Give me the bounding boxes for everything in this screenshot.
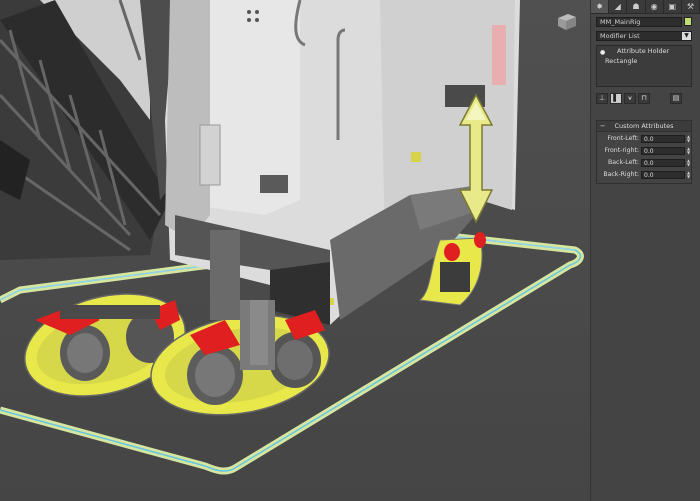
remove-modifier-button[interactable]: ⊓ xyxy=(638,93,650,104)
param-label: Front-right: xyxy=(604,147,639,154)
utilities-icon: ⚒ xyxy=(686,2,695,11)
spinner-arrows-icon[interactable]: ▲ ▼ xyxy=(686,135,691,143)
motion-icon: ◉ xyxy=(650,2,658,11)
param-label: Back-Right: xyxy=(603,171,639,178)
create-tab[interactable]: ✸ xyxy=(591,0,610,13)
command-panel-tabs: ✸ ◢ ☗ ◉ ▣ ⚒ xyxy=(591,0,700,14)
spinner-arrows-icon[interactable]: ▲ ▼ xyxy=(686,171,691,179)
stack-item-rectangle[interactable]: Rectangle xyxy=(597,56,691,66)
param-back-right: Back-Right: 0.0 ▲ ▼ xyxy=(597,170,693,180)
motion-tab[interactable]: ◉ xyxy=(646,0,664,13)
front-left-spinner[interactable]: 0.0 xyxy=(641,135,685,143)
chevron-down-icon: ▼ xyxy=(682,32,691,40)
rollout-title: Custom Attributes xyxy=(614,122,674,130)
spinner-arrows-icon[interactable]: ▲ ▼ xyxy=(686,159,691,167)
create-icon: ✸ xyxy=(596,2,603,11)
display-tab[interactable]: ▣ xyxy=(664,0,682,13)
viewport-3d[interactable] xyxy=(0,0,590,501)
modifier-stack[interactable]: ● Attribute Holder Rectangle xyxy=(596,45,692,87)
hierarchy-tab[interactable]: ☗ xyxy=(627,0,646,13)
param-label: Front-Left: xyxy=(607,135,639,142)
param-front-left: Front-Left: 0.0 ▲ ▼ xyxy=(597,134,693,144)
rollout-header[interactable]: − Custom Attributes xyxy=(597,121,691,132)
configure-sets-button[interactable]: ▤ xyxy=(670,93,682,104)
hierarchy-icon: ☗ xyxy=(632,2,640,11)
param-label: Back-Left: xyxy=(608,159,639,166)
pin-stack-button[interactable]: ⊥ xyxy=(596,93,608,104)
front-right-spinner[interactable]: 0.0 xyxy=(641,147,685,155)
stack-item-label: Rectangle xyxy=(605,57,638,65)
stack-toolbar: ⊥ ▌ ⩛ ⊓ ▤ xyxy=(596,93,692,105)
support-column xyxy=(210,230,240,320)
modify-icon: ◢ xyxy=(614,2,621,11)
collapse-icon: − xyxy=(600,122,606,130)
back-left-spinner[interactable]: 0.0 xyxy=(641,159,685,167)
param-front-right: Front-right: 0.0 ▲ ▼ xyxy=(597,146,693,156)
modify-tab[interactable]: ◢ xyxy=(609,0,628,13)
stack-item-attribute-holder[interactable]: ● Attribute Holder xyxy=(597,46,691,56)
show-end-result-button[interactable]: ▌ xyxy=(610,93,622,104)
make-unique-button[interactable]: ⩛ xyxy=(624,93,636,104)
modifier-list-dropdown[interactable]: Modifier List ▼ xyxy=(596,31,692,41)
param-back-left: Back-Left: 0.0 ▲ ▼ xyxy=(597,158,693,168)
utilities-tab[interactable]: ⚒ xyxy=(682,0,700,13)
custom-attributes-rollout: − Custom Attributes Front-Left: 0.0 ▲ ▼ F… xyxy=(596,120,692,184)
object-name-field[interactable]: MM_MainRig xyxy=(596,17,682,27)
viewport-scene xyxy=(0,0,590,501)
display-icon: ▣ xyxy=(668,2,677,11)
modifier-list-label: Modifier List xyxy=(600,32,640,40)
object-color-swatch[interactable] xyxy=(684,17,692,26)
back-right-spinner[interactable]: 0.0 xyxy=(641,171,685,179)
spinner-arrows-icon[interactable]: ▲ ▼ xyxy=(686,147,691,155)
stack-item-label: Attribute Holder xyxy=(617,47,670,55)
